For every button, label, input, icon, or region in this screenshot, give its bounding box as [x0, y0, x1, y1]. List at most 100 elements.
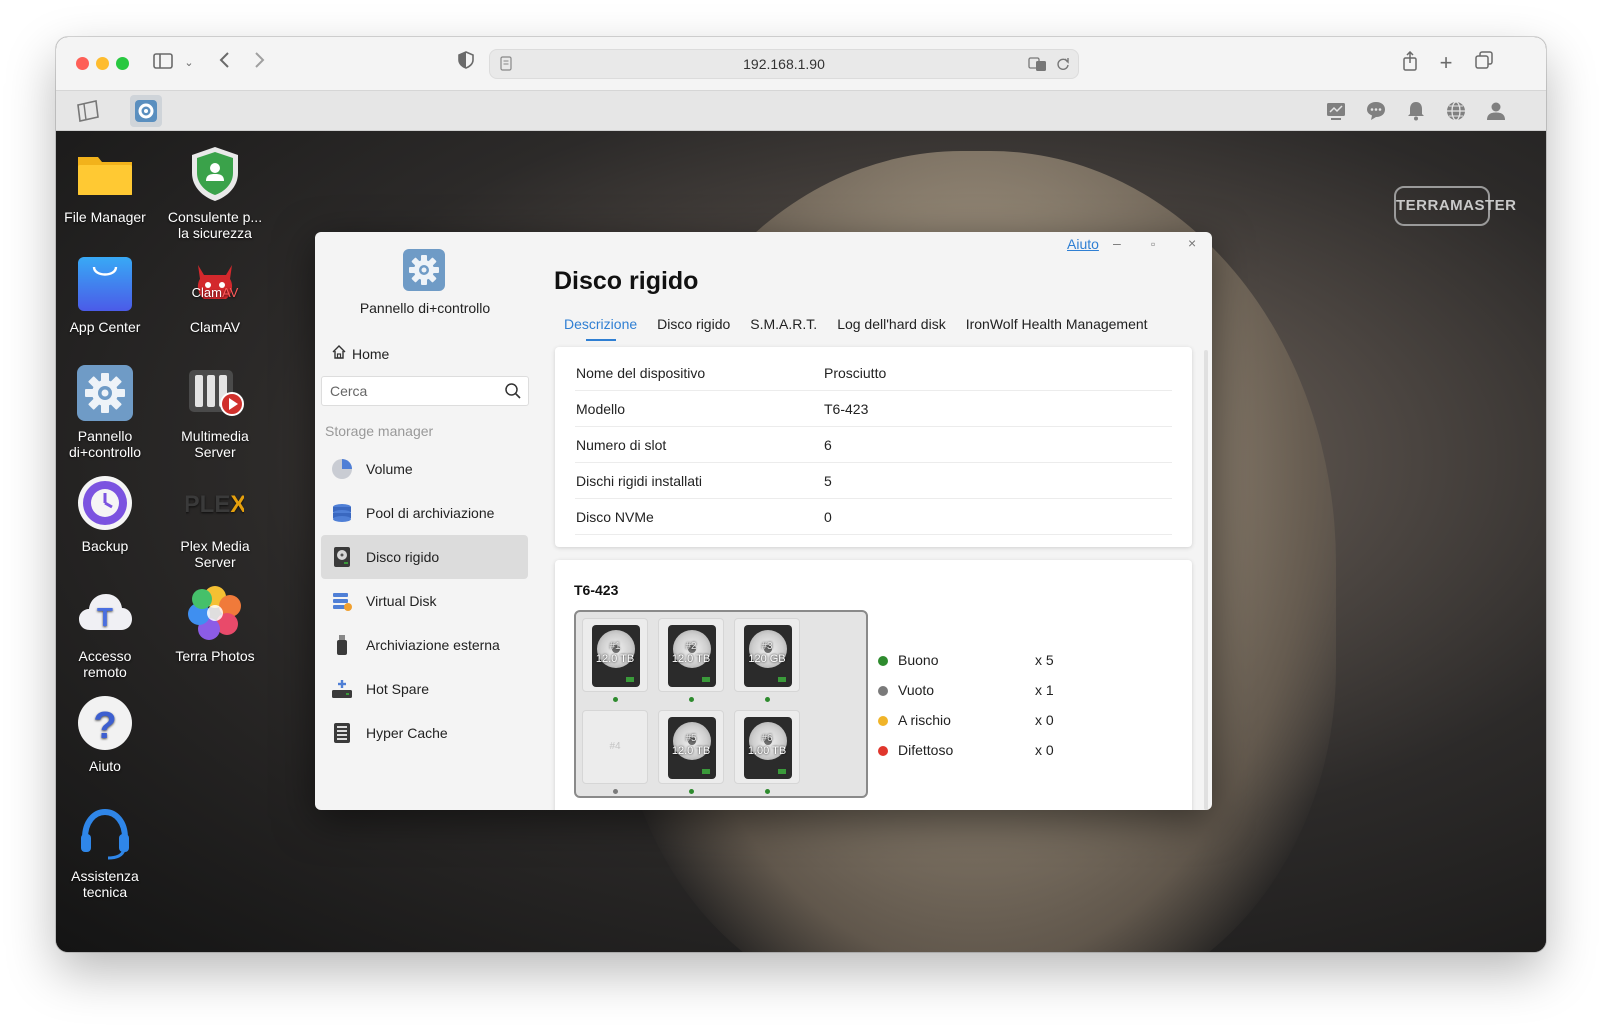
svg-text:PLEX: PLEX: [186, 491, 244, 518]
desktop-app-remote-access[interactable]: T Accesso remoto: [56, 584, 160, 680]
drive-slot[interactable]: #6 1.00 TB: [734, 710, 800, 784]
resource-monitor-icon[interactable]: [1322, 97, 1350, 125]
virtual-disk-icon: [331, 590, 353, 612]
tab-bar: Descrizione Disco rigido S.M.A.R.T. Log …: [554, 313, 1158, 341]
forward-arrow-icon[interactable]: [250, 51, 270, 75]
slot-number: #4: [609, 741, 621, 752]
share-icon[interactable]: [1400, 50, 1420, 75]
sidebar-item-external-storage[interactable]: Archiviazione esterna: [321, 623, 528, 667]
drive-slot[interactable]: #2 12.0 TB: [658, 618, 724, 692]
disk-status-card: T6-423 #1 12.0 TB #2 12.0 TB #3 120 GB #4 #5 12.…: [555, 560, 1192, 810]
gear-icon: [76, 364, 134, 422]
backup-clock-icon: [76, 474, 134, 532]
tab-hard-disk[interactable]: Disco rigido: [647, 313, 740, 341]
desktop-app-security-advisor[interactable]: Consulente p... la sicurezza: [160, 145, 270, 241]
svg-text:?: ?: [93, 705, 116, 747]
terramaster-logo: TERRAMASTER: [1394, 186, 1516, 226]
desktop-app-terra-photos[interactable]: Terra Photos: [160, 584, 270, 664]
browser-window: ⌄ 192.168.1.90 + TERRAMASTER File Manage…: [56, 37, 1546, 952]
desktop-app-backup[interactable]: Backup: [56, 474, 160, 554]
user-account-icon[interactable]: [1482, 97, 1510, 125]
plex-icon: PLEX: [184, 474, 247, 532]
desktop-app-control-panel[interactable]: Pannello di+controllo: [56, 364, 160, 460]
minimize-window-button[interactable]: [96, 57, 109, 70]
desktop-app-help[interactable]: ? Aiuto: [56, 694, 160, 774]
sidebar-item-hard-disk[interactable]: Disco rigido: [321, 535, 528, 579]
tab-description[interactable]: Descrizione: [554, 313, 647, 341]
sidebar-toggle-icon[interactable]: [152, 51, 174, 75]
legend-item-faulty: Difettoso x 0: [878, 742, 1078, 772]
disk-status-legend: Buono x 5 Vuoto x 1 A rischio x 0 Difett…: [878, 652, 1078, 772]
url-text: 192.168.1.90: [743, 56, 825, 72]
new-tab-plus-icon[interactable]: +: [1436, 51, 1456, 75]
drive-enclosure: #1 12.0 TB #2 12.0 TB #3 120 GB #4 #5 12.0 TB #6 1…: [574, 610, 868, 798]
drive-slot[interactable]: #3 120 GB: [734, 618, 800, 692]
zoom-window-button[interactable]: [116, 57, 129, 70]
sidebar-item-virtual-disk[interactable]: Virtual Disk: [321, 579, 528, 623]
status-dot-good: [878, 656, 888, 666]
panel-app-title: Pannello di+controllo: [359, 300, 491, 316]
tab-smart[interactable]: S.M.A.R.T.: [740, 313, 827, 341]
drive-slot[interactable]: #1 12.0 TB: [582, 618, 648, 692]
help-icon: ?: [76, 694, 134, 752]
slot-number: #3: [761, 641, 773, 652]
globe-language-icon[interactable]: [1442, 97, 1470, 125]
show-desktop-icon[interactable]: [74, 97, 102, 125]
privacy-shield-icon[interactable]: [456, 51, 476, 75]
slot-capacity: 12.0 TB: [595, 653, 635, 665]
home-icon: [331, 344, 347, 363]
panel-content: Disco rigido Descrizione Disco rigido S.…: [535, 232, 1212, 810]
sidebar-home-link[interactable]: Home: [331, 344, 389, 363]
desktop: TERRAMASTER File Manager App Center Pann…: [56, 131, 1546, 952]
slot-status-dot: [689, 789, 694, 794]
slot-status-dot: [689, 697, 694, 702]
desktop-app-clamav[interactable]: ClamAV ClamAV: [160, 255, 270, 335]
flower-icon: [186, 584, 244, 642]
desktop-app-plex[interactable]: PLEX Plex Media Server: [160, 474, 270, 570]
info-row-model: Modello T6-423: [575, 391, 1172, 427]
sidebar-section-storage-manager: Storage manager: [325, 423, 434, 439]
desktop-app-multimedia-server[interactable]: Multimedia Server: [160, 364, 270, 460]
sidebar-item-hot-spare[interactable]: Hot Spare: [321, 667, 528, 711]
multimedia-server-icon: [186, 364, 244, 422]
slot-capacity: 1.00 TB: [747, 745, 787, 757]
hot-spare-icon: [331, 678, 353, 700]
control-panel-taskbar-icon[interactable]: [130, 95, 162, 127]
search-input[interactable]: [322, 377, 492, 405]
usb-drive-icon: [331, 634, 353, 656]
slot-capacity: 12.0 TB: [671, 745, 711, 757]
back-arrow-icon[interactable]: [214, 51, 234, 75]
info-row-slot-count: Numero di slot 6: [575, 427, 1172, 463]
search-icon[interactable]: [504, 382, 522, 400]
volume-pie-icon: [331, 458, 353, 480]
info-row-device-name: Nome del dispositivo Prosciutto: [575, 355, 1172, 391]
storage-pool-icon: [331, 502, 353, 524]
desktop-app-app-center[interactable]: App Center: [56, 255, 160, 335]
status-dot-empty: [878, 686, 888, 696]
close-window-button[interactable]: [76, 57, 89, 70]
legend-item-good: Buono x 5: [878, 652, 1078, 682]
folder-icon: [76, 145, 134, 203]
tab-overview-icon[interactable]: [1474, 51, 1494, 75]
tab-ironwolf-health[interactable]: IronWolf Health Management: [956, 313, 1158, 341]
chat-bubble-icon[interactable]: [1362, 97, 1390, 125]
sidebar-item-volume[interactable]: Volume: [321, 447, 528, 491]
chevron-down-icon[interactable]: ⌄: [182, 51, 196, 75]
sidebar-item-hyper-cache[interactable]: Hyper Cache: [321, 711, 528, 755]
desktop-app-tech-support[interactable]: Assistenza tecnica: [56, 804, 160, 900]
svg-text:T: T: [97, 602, 113, 632]
panel-sidebar: Pannello di+controllo Home Storage manag…: [315, 232, 535, 810]
slot-status-dot: [613, 789, 618, 794]
translate-icon[interactable]: [1028, 56, 1048, 77]
reload-icon[interactable]: [1056, 56, 1070, 77]
tab-disk-log[interactable]: Log dell'hard disk: [827, 313, 956, 341]
svg-text:ClamAV: ClamAV: [192, 285, 239, 300]
address-bar[interactable]: 192.168.1.90: [489, 49, 1079, 79]
drive-slot[interactable]: #4: [582, 710, 648, 784]
notification-bell-icon[interactable]: [1402, 97, 1430, 125]
desktop-app-file-manager[interactable]: File Manager: [56, 145, 160, 225]
content-scrollbar[interactable]: [1204, 350, 1208, 810]
drive-slot[interactable]: #5 12.0 TB: [658, 710, 724, 784]
sidebar-item-storage-pool[interactable]: Pool di archiviazione: [321, 491, 528, 535]
info-row-nvme-disks: Disco NVMe 0: [575, 499, 1172, 535]
